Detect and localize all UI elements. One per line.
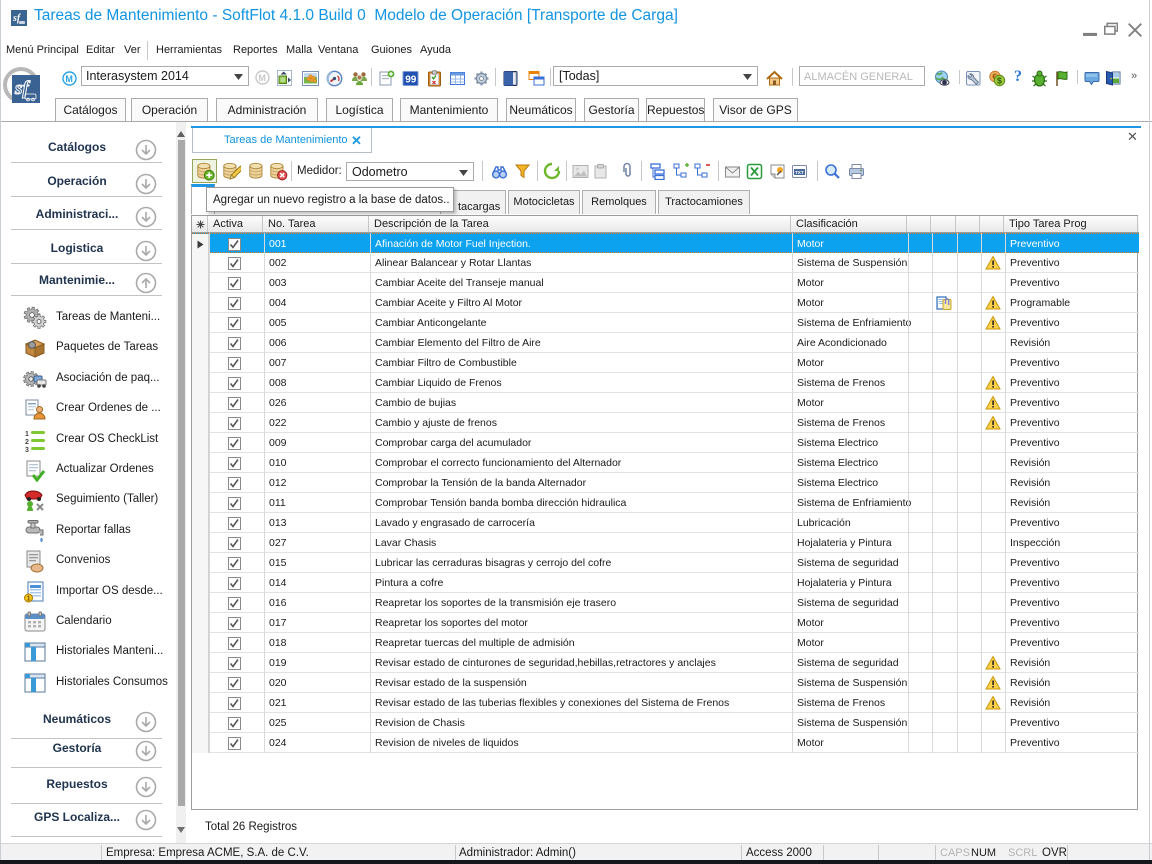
svg-text:2: 2 <box>25 439 29 446</box>
svg-text:3: 3 <box>25 447 29 452</box>
svg-text:99: 99 <box>405 75 417 86</box>
svg-text:1: 1 <box>27 595 31 602</box>
svg-text:M: M <box>258 73 266 83</box>
svg-text:TXT: TXT <box>795 170 804 175</box>
svg-text:1: 1 <box>25 431 29 438</box>
svg-text:sf: sf <box>14 78 30 99</box>
svg-text:$: $ <box>997 76 1002 86</box>
